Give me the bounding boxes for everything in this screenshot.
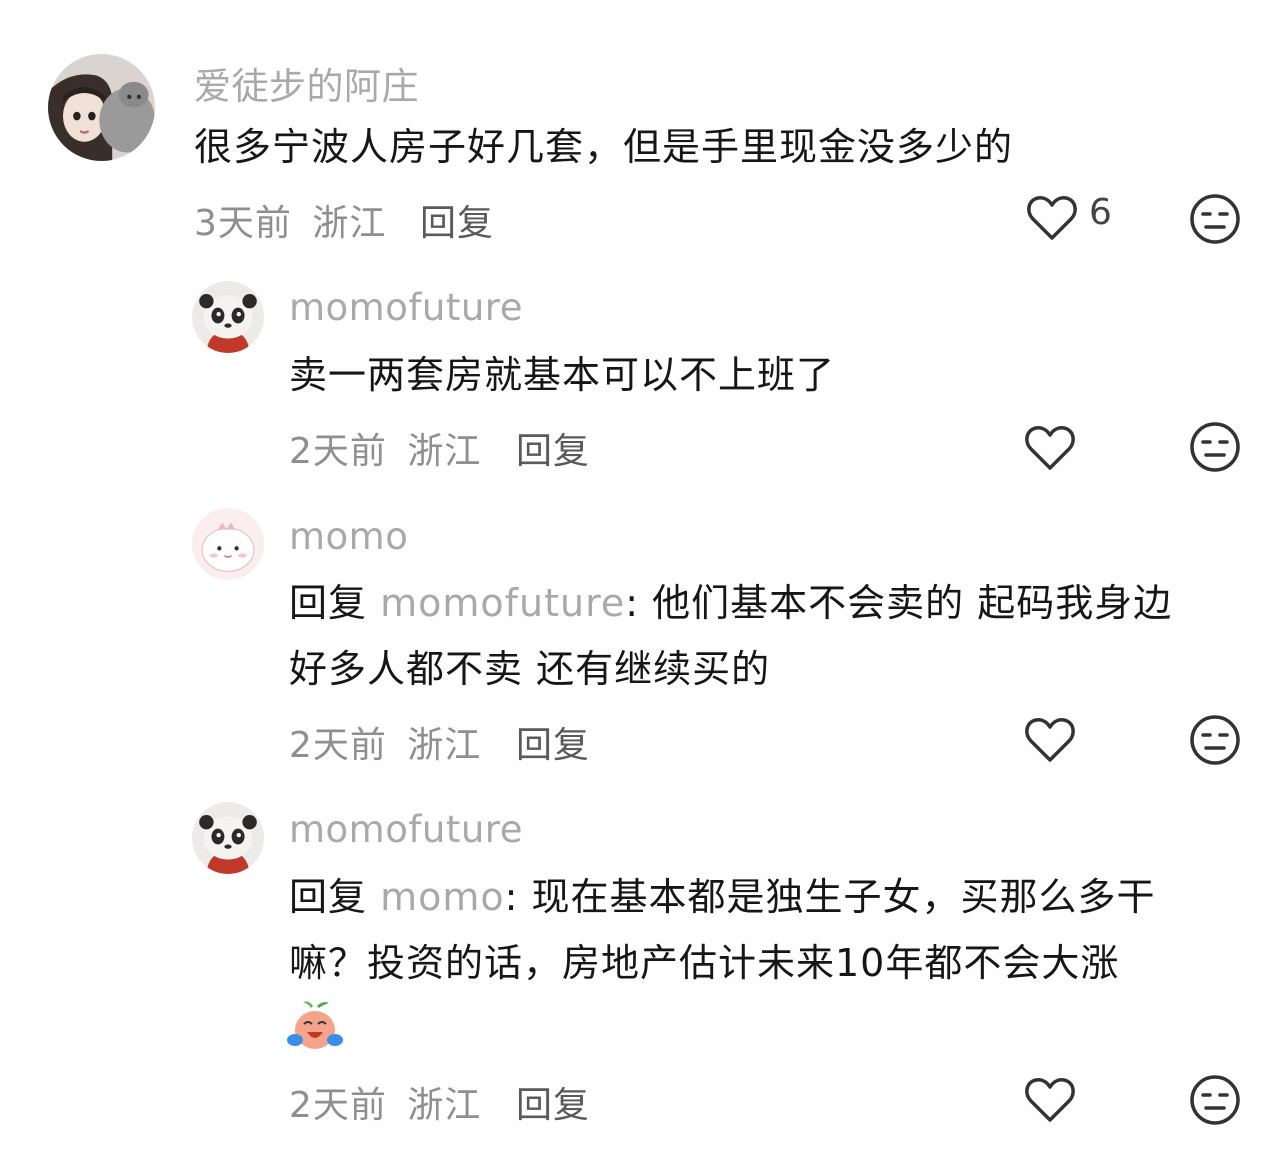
- username[interactable]: 爱徒步的阿庄: [194, 56, 419, 110]
- heart-icon[interactable]: [1026, 194, 1078, 242]
- reply-button[interactable]: 回复: [516, 716, 590, 768]
- heart-icon[interactable]: [1024, 716, 1076, 764]
- avatar[interactable]: [192, 802, 264, 874]
- comment-text: 很多宁波人房子好几套，但是手里现金没多少的: [194, 125, 1014, 169]
- reply-button[interactable]: 回复: [420, 194, 494, 246]
- timestamp: 2天前: [289, 1085, 387, 1126]
- meh-face-icon[interactable]: [1189, 421, 1241, 473]
- username[interactable]: momo: [289, 515, 408, 558]
- comment-text: 卖一两套房就基本可以不上班了: [289, 353, 836, 397]
- comment-text-line-1: 回复 momofuture: 他们基本不会卖的 起码我身边: [289, 570, 1172, 636]
- reply-target-username[interactable]: momofuture: [380, 581, 625, 625]
- reply-button[interactable]: 回复: [516, 422, 590, 474]
- comment-text-line-2: 嘛？投资的话，房地产估计未来10年都不会大涨: [289, 941, 1120, 985]
- timestamp: 2天前: [289, 725, 387, 766]
- location: 浙江: [407, 1085, 482, 1126]
- comment-meta: 2天前 浙江: [289, 716, 481, 768]
- timestamp: 2天前: [289, 431, 387, 472]
- username[interactable]: momofuture: [289, 808, 523, 851]
- reply-prefix: 回复: [289, 875, 368, 919]
- location: 浙江: [312, 203, 387, 244]
- username[interactable]: momofuture: [289, 286, 523, 329]
- comment-text: : 他们基本不会卖的 起码我身边: [625, 581, 1173, 625]
- comment-meta: 3天前 浙江: [194, 194, 386, 246]
- comment-meta: 2天前 浙江: [289, 1076, 481, 1128]
- reply-target-username[interactable]: momo: [380, 875, 505, 919]
- comment-meta: 2天前 浙江: [289, 422, 481, 474]
- location: 浙江: [407, 725, 482, 766]
- meh-face-icon[interactable]: [1189, 714, 1241, 766]
- timestamp: 3天前: [194, 203, 292, 244]
- comment-text: : 现在基本都是独生子女，买那么多干: [504, 875, 1156, 919]
- reply-button[interactable]: 回复: [516, 1076, 590, 1128]
- comment-text-line-1: 回复 momo: 现在基本都是独生子女，买那么多干: [289, 864, 1156, 930]
- heart-icon[interactable]: [1024, 424, 1076, 472]
- like-count: 6: [1089, 192, 1112, 233]
- meh-face-icon[interactable]: [1189, 193, 1241, 245]
- crying-laughing-peach-emoji: [287, 1000, 343, 1052]
- avatar[interactable]: [48, 54, 155, 161]
- comment-text-line-2: 好多人都不卖 还有继续买的: [289, 647, 771, 691]
- heart-icon[interactable]: [1024, 1076, 1076, 1124]
- meh-face-icon[interactable]: [1189, 1074, 1241, 1126]
- reply-prefix: 回复: [289, 581, 368, 625]
- location: 浙江: [407, 431, 482, 472]
- avatar[interactable]: [192, 281, 264, 353]
- avatar[interactable]: [192, 508, 264, 580]
